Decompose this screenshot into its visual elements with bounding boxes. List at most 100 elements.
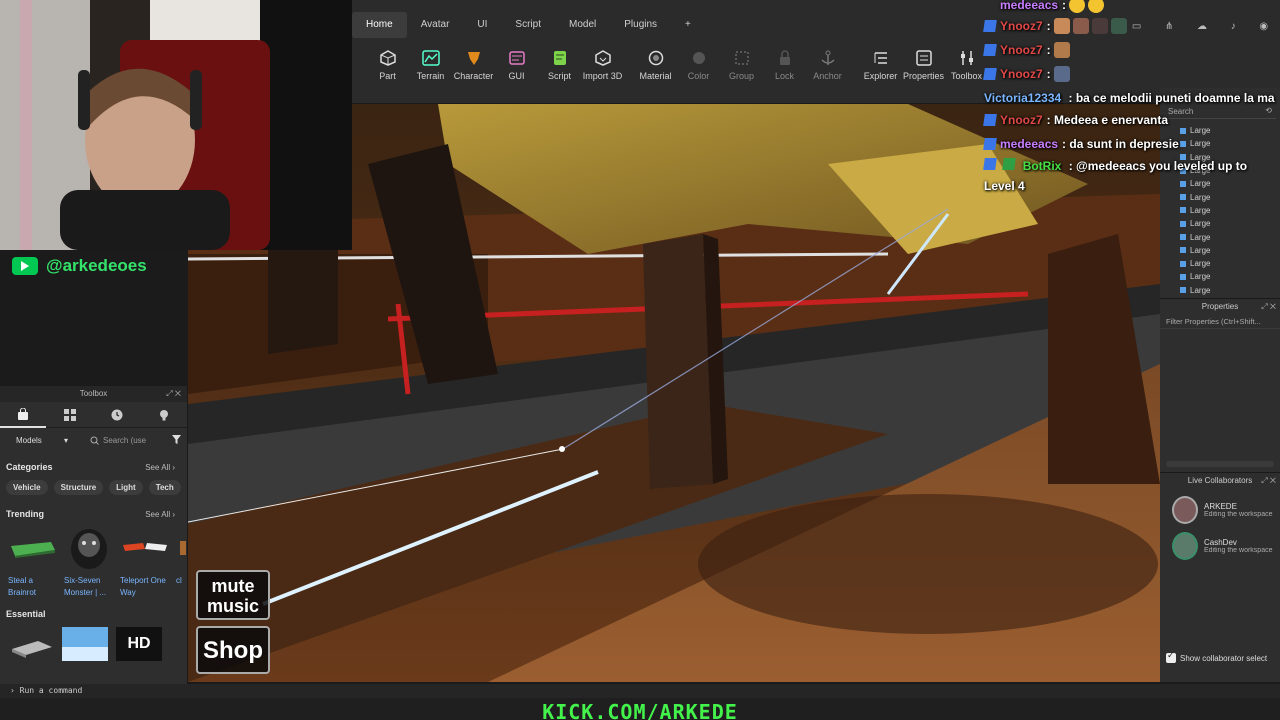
- tree-item[interactable]: Large: [1160, 284, 1210, 297]
- properties-button[interactable]: Properties: [902, 44, 945, 88]
- tree-item[interactable]: Large: [1160, 230, 1210, 243]
- essential-header: Essential: [0, 605, 187, 623]
- trending-item[interactable]: Teleport One Way: [120, 527, 170, 599]
- properties-filter-input[interactable]: Filter Properties (Ctrl+Shift...: [1160, 315, 1280, 329]
- chip-tech[interactable]: Tech: [148, 480, 181, 495]
- show-collaborator-select-label: Show collaborator select: [1180, 653, 1268, 663]
- toolbox-panel: Toolbox ⤢ ✕ Models ▾ Search (use Categor…: [0, 386, 188, 686]
- essential-item-hd[interactable]: HD: [116, 627, 162, 661]
- properties-scrollbar[interactable]: [1166, 461, 1274, 467]
- color-button[interactable]: Color: [677, 44, 720, 88]
- trending-see-all[interactable]: See All ›: [145, 510, 175, 519]
- tree-item[interactable]: Large: [1160, 257, 1210, 270]
- character-button[interactable]: Character: [452, 44, 495, 88]
- lock-button[interactable]: Lock: [763, 44, 806, 88]
- group-button[interactable]: Group: [720, 44, 763, 88]
- trending-item-name: Teleport One Way: [120, 576, 166, 597]
- part-icon: [1180, 220, 1186, 227]
- part-button[interactable]: Part: [366, 44, 409, 88]
- panel-close-icon[interactable]: ⤢ ✕: [1261, 473, 1276, 489]
- collaborator-name: CashDev: [1204, 538, 1237, 547]
- badge-icon: [983, 114, 997, 126]
- show-collaborator-select-checkbox[interactable]: Show collaborator select: [1166, 650, 1268, 663]
- channel-banner: @arkedeoes: [0, 250, 188, 282]
- tab-ui[interactable]: UI: [463, 12, 501, 38]
- command-bar: › Run a command: [0, 684, 1280, 698]
- tab-home[interactable]: Home: [352, 12, 407, 38]
- chip-vehicle[interactable]: Vehicle: [6, 480, 48, 495]
- trending-list: Steal a Brainrot Six-Seven Monster | ...…: [0, 523, 187, 599]
- trending-thumbnail: [120, 527, 170, 569]
- tree-item-label: Large: [1190, 245, 1211, 255]
- bulb-icon: [159, 409, 168, 420]
- toolbox-search-input[interactable]: Search (use: [103, 436, 146, 445]
- tab-add[interactable]: +: [671, 12, 705, 38]
- color-label: Color: [687, 71, 710, 81]
- tab-marketplace[interactable]: [0, 402, 47, 428]
- trending-item[interactable]: Six-Seven Monster | ...: [64, 527, 114, 599]
- youtube-icon: [12, 257, 38, 275]
- tree-item[interactable]: Large: [1160, 270, 1210, 283]
- toolbox-button[interactable]: Toolbox: [945, 44, 988, 88]
- essential-list: HD: [0, 623, 187, 665]
- collaborator-row[interactable]: CashDev Editing the workspace: [1160, 525, 1280, 561]
- categories-see-all[interactable]: See All ›: [145, 463, 175, 472]
- emote-icon: [1088, 0, 1105, 13]
- tab-creations[interactable]: [141, 402, 187, 428]
- chat-username: medeeacs: [1000, 0, 1059, 12]
- material-button[interactable]: Material: [634, 44, 677, 88]
- essential-item-baseplate[interactable]: [8, 627, 54, 661]
- tab-inventory[interactable]: [47, 402, 93, 428]
- essential-title: Essential: [6, 609, 46, 619]
- chat-message: Ynooz7 :: [983, 14, 1280, 38]
- emote-icon: [1069, 0, 1086, 13]
- tree-item[interactable]: Large: [1160, 217, 1210, 230]
- chip-structure[interactable]: Structure: [53, 480, 104, 495]
- tab-avatar[interactable]: Avatar: [407, 12, 464, 38]
- character-label: Character: [453, 71, 494, 81]
- part-label: Part: [379, 71, 396, 81]
- panel-close-icon[interactable]: ⤢ ✕: [1261, 299, 1276, 315]
- tab-recent[interactable]: [94, 402, 140, 428]
- anchor-button[interactable]: Anchor: [806, 44, 849, 88]
- material-icon: [645, 47, 667, 69]
- explorer-button[interactable]: Explorer: [859, 44, 902, 88]
- collaborator-row[interactable]: ARKEDE Editing the workspace: [1160, 489, 1280, 525]
- panel-close-icon[interactable]: ⤢ ✕: [166, 386, 181, 402]
- script-button[interactable]: Script: [538, 44, 581, 88]
- gui-button[interactable]: GUI: [495, 44, 538, 88]
- essential-item-sky[interactable]: [62, 627, 108, 661]
- import-3d-label: Import 3D: [582, 71, 623, 81]
- terrain-label: Terrain: [416, 71, 445, 81]
- trending-item[interactable]: cl: [176, 527, 190, 599]
- tree-item[interactable]: Large: [1160, 204, 1210, 217]
- tree-item-label: Large: [1190, 272, 1211, 282]
- chevron-right-icon: ›: [10, 686, 15, 695]
- toolbox-search[interactable]: Search (use: [90, 436, 172, 445]
- trending-item-name: Six-Seven Monster | ...: [64, 576, 107, 597]
- explorer-label: Explorer: [863, 71, 898, 81]
- material-label: Material: [639, 71, 672, 81]
- chevron-right-icon: ›: [172, 462, 175, 472]
- character-icon: [463, 47, 485, 69]
- terrain-button[interactable]: Terrain: [409, 44, 452, 88]
- tab-plugins[interactable]: Plugins: [610, 12, 671, 38]
- trending-item-name: Steal a Brainrot: [8, 576, 37, 597]
- category-dropdown[interactable]: Models ▾: [6, 436, 76, 445]
- tab-script[interactable]: Script: [501, 12, 555, 38]
- command-input[interactable]: Run a command: [20, 686, 83, 695]
- shop-button[interactable]: Shop: [196, 626, 270, 674]
- categories-title: Categories: [6, 462, 53, 472]
- import-3d-button[interactable]: Import 3D: [581, 44, 624, 88]
- webcam-feed: [0, 0, 352, 250]
- chip-light[interactable]: Light: [109, 480, 143, 495]
- trending-item[interactable]: Steal a Brainrot: [8, 527, 58, 599]
- tab-model[interactable]: Model: [555, 12, 610, 38]
- emote-icon: :: [1062, 0, 1067, 12]
- bot-badge-icon: [1002, 158, 1017, 170]
- filter-icon[interactable]: [172, 434, 181, 446]
- tree-item[interactable]: Large: [1160, 244, 1210, 257]
- tree-item-label: Large: [1190, 259, 1211, 269]
- mute-music-button[interactable]: mute music: [196, 570, 270, 620]
- webcam-image: [0, 0, 352, 250]
